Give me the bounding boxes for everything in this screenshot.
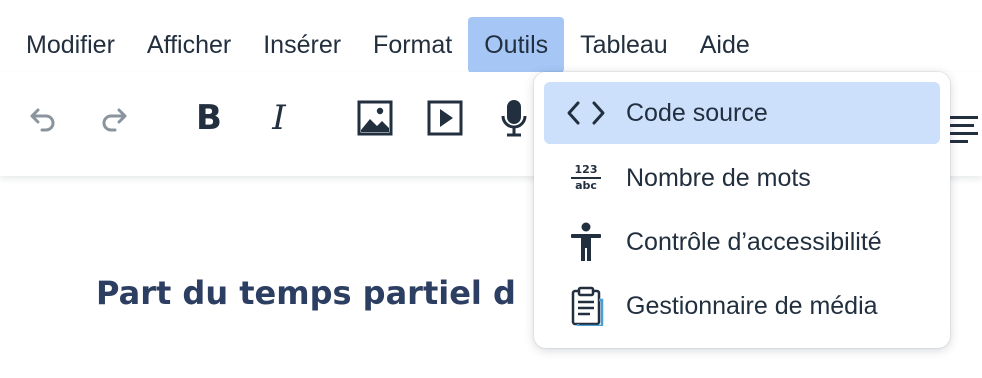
menu-format[interactable]: Format [357, 17, 468, 73]
bold-icon: B [196, 98, 222, 138]
menu-item-nombre-de-mots[interactable]: 123 abc Nombre de mots [544, 147, 940, 209]
menu-afficher[interactable]: Afficher [131, 17, 247, 73]
italic-button[interactable]: I [251, 90, 307, 146]
menu-modifier[interactable]: Modifier [10, 17, 131, 73]
word-count-icon-bottom: abc [575, 179, 597, 192]
word-count-icon-top: 123 [574, 163, 598, 176]
redo-icon [102, 108, 127, 132]
menu-outils[interactable]: Outils [468, 17, 565, 73]
insert-image-button[interactable] [347, 90, 403, 146]
clipboard-icon [571, 286, 604, 326]
undo-icon [30, 108, 55, 132]
align-button[interactable] [946, 114, 982, 149]
menu-item-code-source[interactable]: Code source [544, 82, 940, 144]
italic-icon: I [272, 98, 286, 138]
code-icon [567, 101, 605, 125]
menu-aide[interactable]: Aide [684, 17, 766, 73]
menu-item-controle-accessibilite[interactable]: Contrôle d’accessibilité [544, 211, 940, 273]
menu-item-label: Contrôle d’accessibilité [626, 227, 882, 256]
image-icon [357, 100, 393, 136]
microphone-icon [501, 100, 527, 137]
menu-item-gestionnaire-de-media[interactable]: Gestionnaire de média [544, 275, 940, 337]
word-count-icon: 123 abc [558, 158, 614, 198]
redo-button[interactable] [87, 90, 143, 146]
menu-item-label: Code source [626, 98, 768, 127]
document-heading: Part du temps partiel d [96, 274, 516, 312]
outils-dropdown-menu: Code source 123 abc Nombre de mots Contr… [534, 72, 950, 348]
align-icon [948, 116, 978, 143]
insert-media-button[interactable] [417, 90, 473, 146]
undo-button[interactable] [14, 90, 70, 146]
bold-button[interactable]: B [181, 90, 237, 146]
menu-tableau[interactable]: Tableau [564, 17, 684, 73]
menu-item-label: Nombre de mots [626, 163, 811, 192]
menu-inserer[interactable]: Insérer [247, 17, 357, 73]
menu-item-label: Gestionnaire de média [626, 291, 878, 320]
media-icon [427, 100, 463, 136]
accessibility-icon [571, 222, 601, 261]
menubar: Modifier Afficher Insérer Format Outils … [0, 0, 982, 73]
